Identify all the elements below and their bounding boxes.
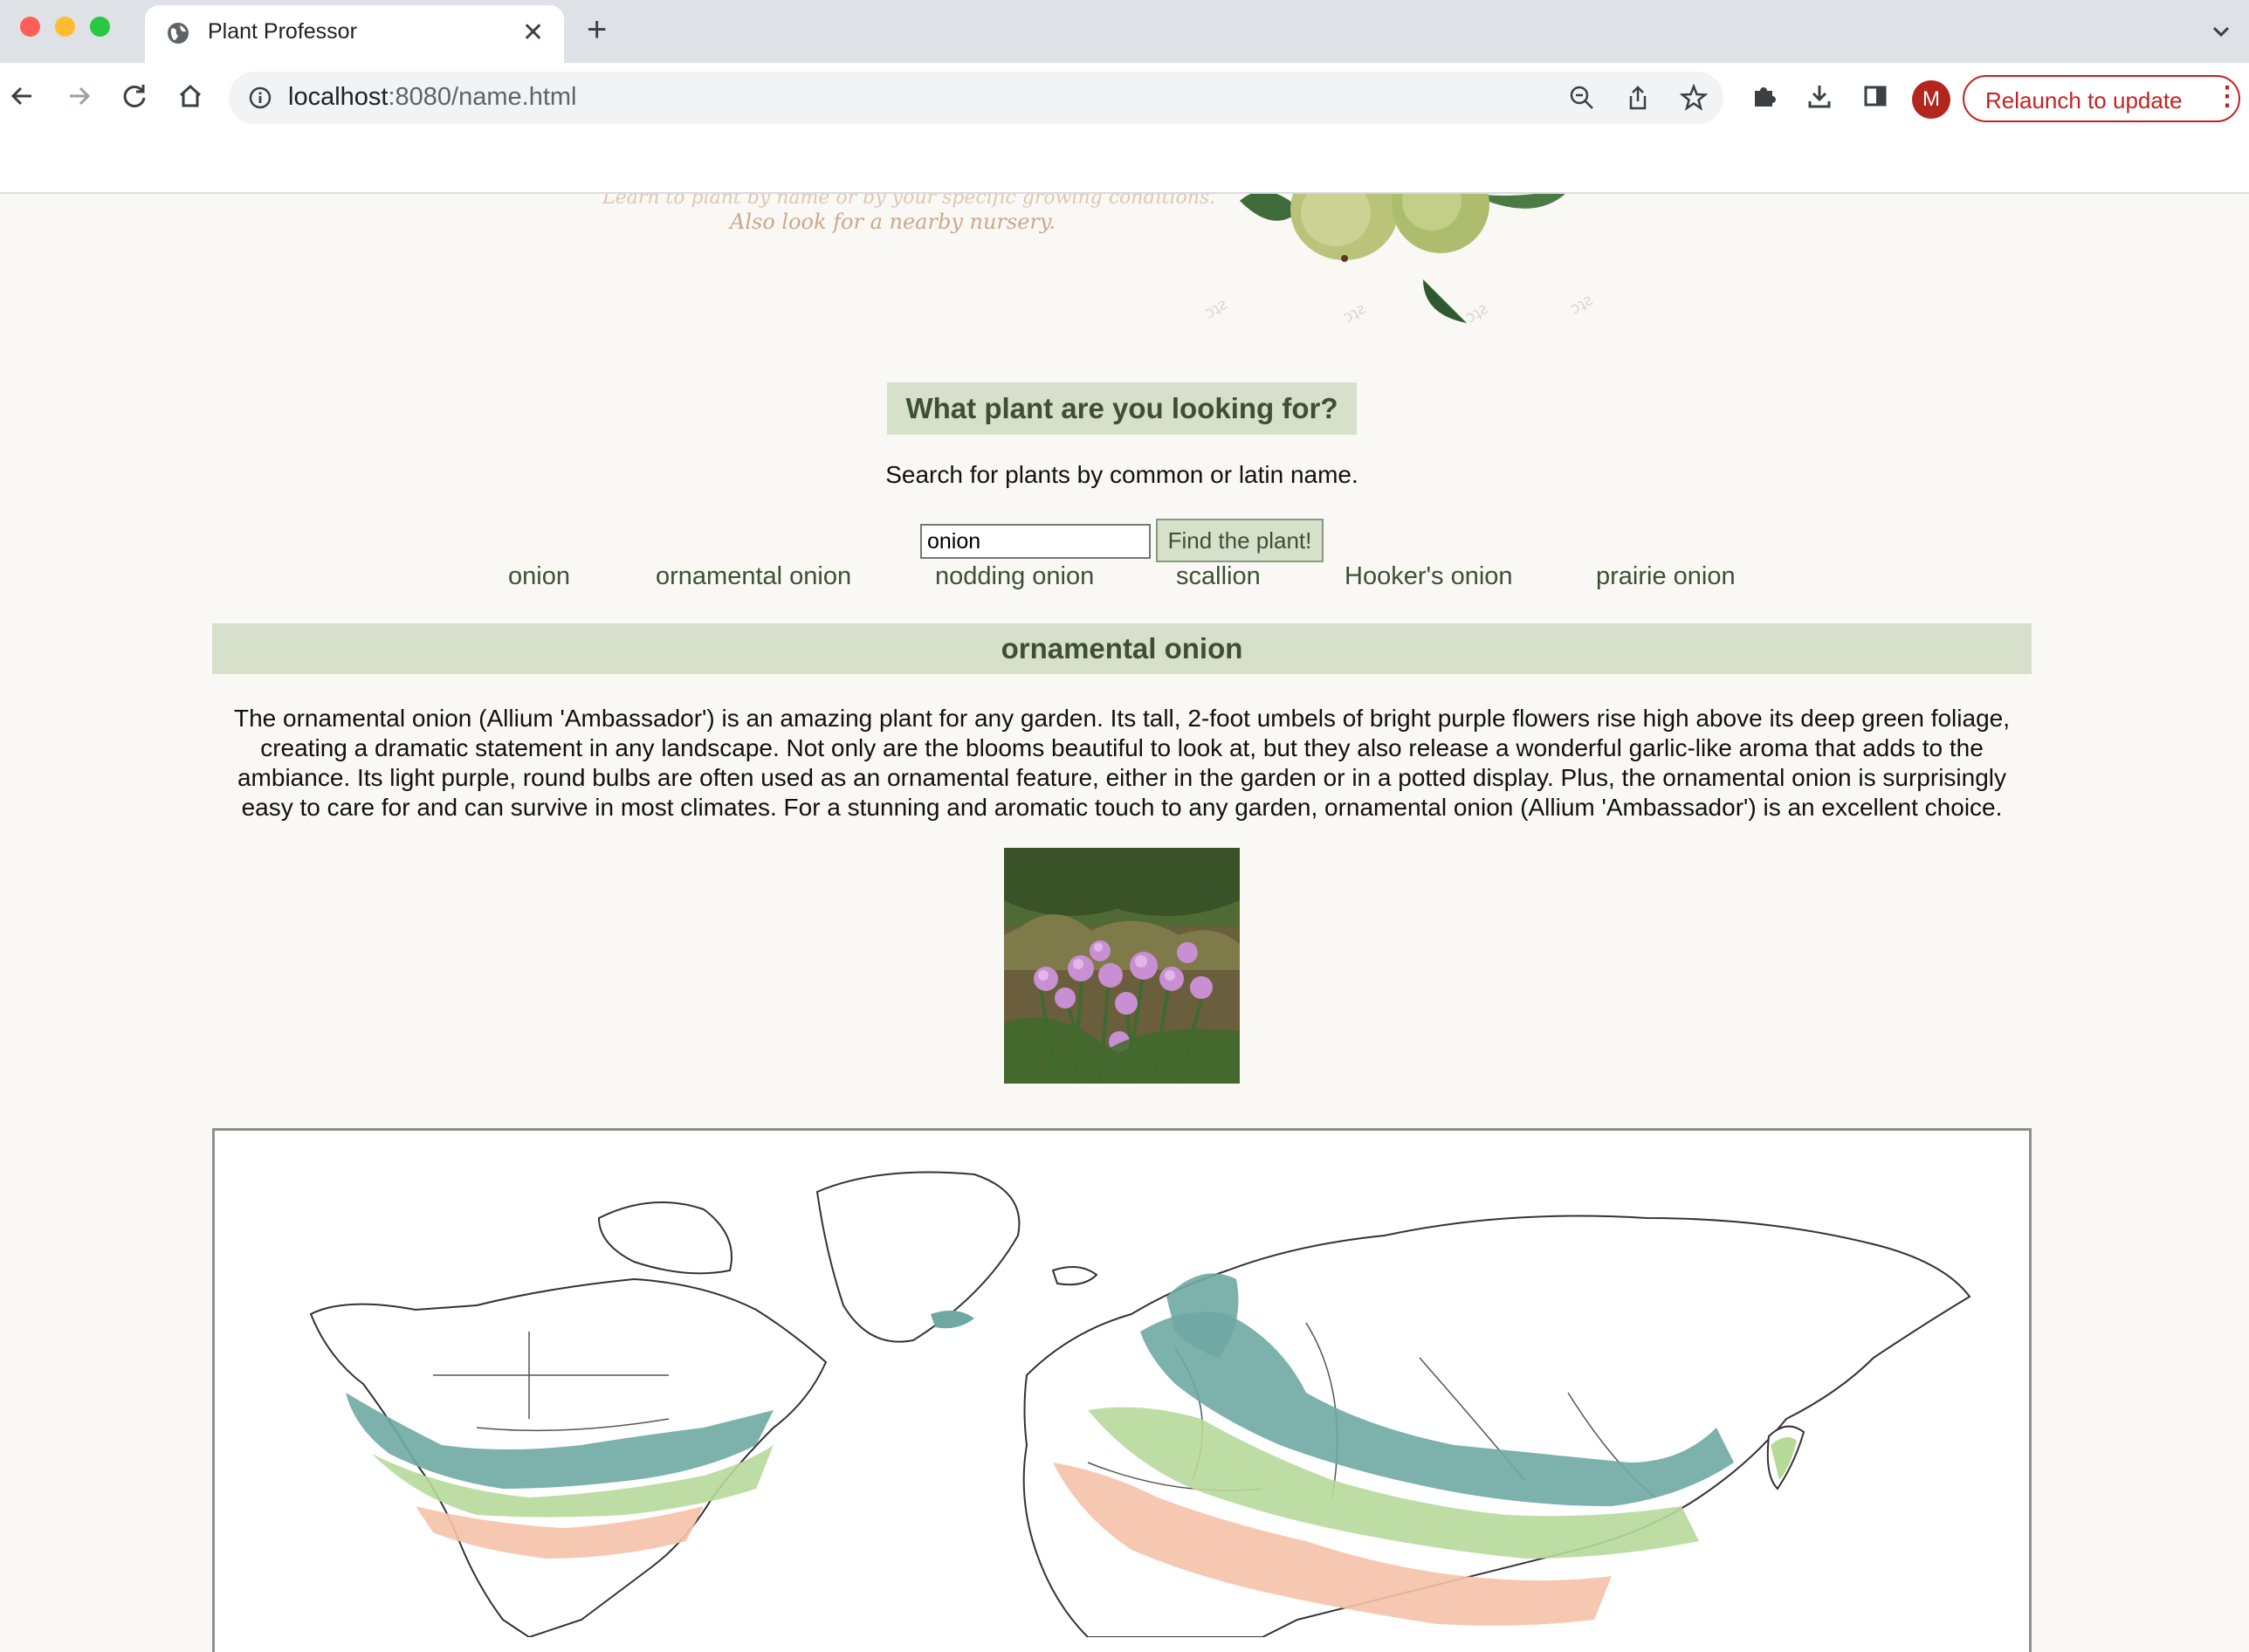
- svg-text:ɔʇƨ: ɔʇƨ: [1205, 295, 1230, 322]
- profile-avatar[interactable]: M: [1912, 80, 1950, 119]
- bookmark-star-icon[interactable]: [1680, 84, 1708, 112]
- plant-photo: [1004, 848, 1240, 1084]
- url-host: localhost: [288, 83, 389, 111]
- svg-text:ɔʇƨ: ɔʇƨ: [1567, 291, 1596, 318]
- svg-text:ɔʇƨ: ɔʇƨ: [1462, 299, 1491, 323]
- greenland-landmass: [815, 1171, 1021, 1343]
- result-link-nodding-onion[interactable]: nodding onion: [935, 562, 1094, 591]
- plant-search-input[interactable]: [920, 524, 1151, 559]
- back-arrow-icon[interactable]: [5, 79, 40, 114]
- close-tab-icon[interactable]: ✕: [522, 16, 544, 51]
- new-tab-button[interactable]: +: [587, 12, 607, 47]
- browser-toolbar: localhost:8080/name.html M Relaunch to u…: [0, 63, 2249, 129]
- url-text: localhost:8080/name.html: [288, 83, 576, 112]
- window-maximize-button[interactable]: [90, 17, 110, 37]
- browser-tab-strip: Plant Professor ✕ +: [0, 0, 2249, 63]
- tab-title: Plant Professor: [208, 19, 357, 44]
- relaunch-to-update-button[interactable]: Relaunch to update ⋮: [1963, 75, 2240, 122]
- more-menu-icon[interactable]: ⋮: [2214, 84, 2240, 110]
- url-path: :8080/name.html: [388, 83, 577, 111]
- forward-arrow-icon[interactable]: [61, 79, 96, 114]
- svg-text:ɔʇƨ: ɔʇƨ: [1340, 299, 1369, 323]
- result-link-onion[interactable]: onion: [508, 562, 570, 591]
- browser-tab-active[interactable]: Plant Professor ✕: [145, 5, 564, 63]
- result-link-scallion[interactable]: scallion: [1176, 562, 1261, 591]
- result-link-prairie-onion[interactable]: prairie onion: [1596, 562, 1736, 591]
- chevron-down-icon[interactable]: [2209, 19, 2233, 44]
- plant-description: The ornamental onion (Allium 'Ambassador…: [233, 705, 2010, 821]
- hero-banner: Learn to plant by name or by your specif…: [0, 194, 2249, 325]
- plant-name-heading: ornamental onion: [212, 623, 2032, 674]
- extensions-puzzle-icon[interactable]: [1750, 82, 1778, 110]
- download-icon[interactable]: [1805, 82, 1833, 110]
- home-icon[interactable]: [173, 79, 208, 114]
- search-heading: What plant are you looking for?: [887, 382, 1357, 435]
- zoom-icon[interactable]: [1568, 84, 1596, 112]
- reload-icon[interactable]: [117, 79, 152, 114]
- side-panel-icon[interactable]: [1861, 82, 1889, 110]
- world-map-svg: [309, 1171, 1971, 1637]
- result-link-hookers-onion[interactable]: Hooker's onion: [1345, 562, 1513, 591]
- find-plant-button[interactable]: Find the plant!: [1156, 519, 1324, 562]
- pear-illustration: ɔʇƨ ɔʇƨ ɔʇƨ ɔʇƨ: [1205, 194, 1596, 323]
- hero-nursery-text: Also look for a nearby nursery.: [730, 210, 1056, 234]
- arctic-islands: [597, 1201, 732, 1275]
- iceland: [1051, 1266, 1098, 1286]
- window-minimize-button[interactable]: [55, 17, 75, 37]
- bookmarks-bar: [0, 129, 2249, 194]
- search-instructions: Search for plants by common or latin nam…: [885, 461, 1358, 488]
- info-icon[interactable]: [248, 86, 272, 110]
- share-icon[interactable]: [1624, 84, 1652, 112]
- distribution-map[interactable]: [212, 1128, 2032, 1652]
- greenland-zone: [931, 1311, 974, 1329]
- window-close-button[interactable]: [20, 17, 40, 37]
- address-bar[interactable]: localhost:8080/name.html: [229, 72, 1723, 124]
- relaunch-label: Relaunch to update: [1985, 87, 2183, 114]
- globe-icon: [168, 23, 189, 44]
- result-link-ornamental-onion[interactable]: ornamental onion: [656, 562, 851, 591]
- hero-tagline: Learn to plant by name or by your specif…: [602, 194, 1216, 209]
